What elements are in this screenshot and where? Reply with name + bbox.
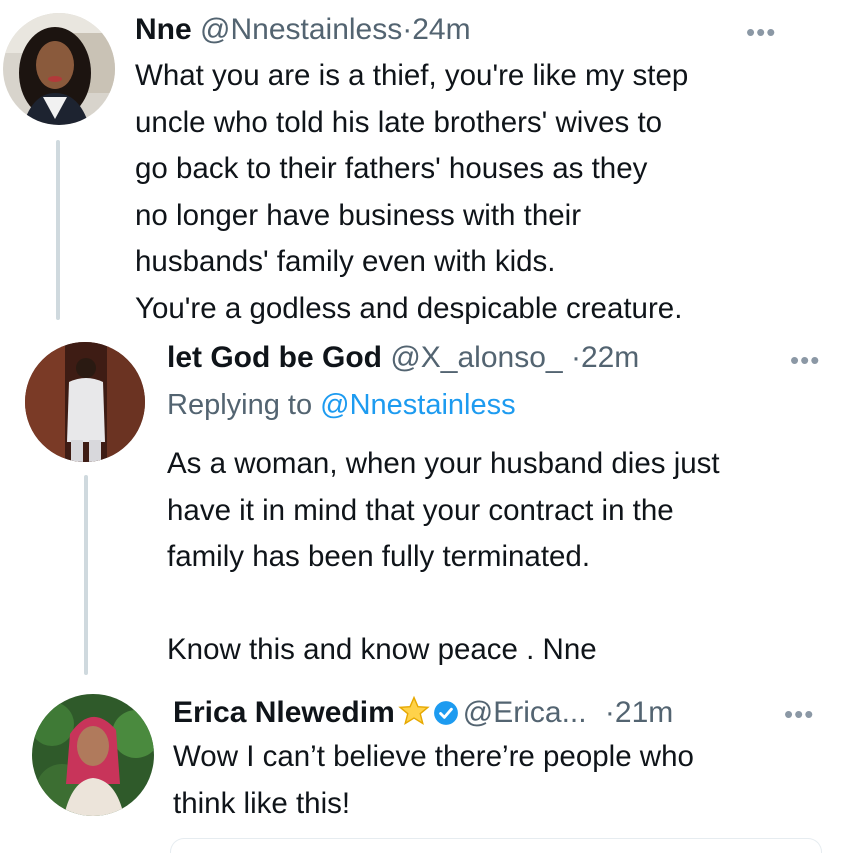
- avatar-erica[interactable]: [32, 694, 154, 816]
- separator-dot: ·: [402, 13, 413, 46]
- tweet-text-line: husbands' family even with kids.: [135, 245, 556, 278]
- tweet-header: let God be God @X_alonso_ ·22m: [167, 340, 639, 376]
- tweet-erica[interactable]: Erica Nlewedim @Erica... ·21m ••• Wow I c…: [0, 682, 842, 848]
- author-name[interactable]: Nne: [135, 13, 192, 46]
- avatar-nne[interactable]: [3, 13, 115, 125]
- tweet-text: Wow I can’t believe there’re people who …: [173, 734, 694, 827]
- avatar-x-alonso-image: [25, 342, 145, 462]
- tweet-text: As a woman, when your husband dies just …: [167, 441, 720, 674]
- more-options-icon[interactable]: •••: [790, 347, 820, 373]
- author-handle[interactable]: @X_alonso_: [390, 341, 562, 374]
- separator-dot: ·: [604, 696, 615, 729]
- star-icon: [398, 695, 430, 725]
- separator-dot: ·: [570, 341, 581, 374]
- timestamp[interactable]: 22m: [581, 341, 639, 374]
- tweet-text-line: [167, 581, 720, 628]
- verified-badge-icon: [433, 701, 458, 725]
- more-options-icon[interactable]: •••: [784, 701, 814, 727]
- tweet-text-line: Wow I can’t believe there’re people who: [173, 740, 694, 773]
- replying-prefix: Replying to: [167, 389, 321, 421]
- tweet-text-line: no longer have business with their: [135, 198, 582, 232]
- tweet-let-god-be-god[interactable]: let God be God @X_alonso_ ·22m ••• Reply…: [0, 330, 842, 680]
- author-handle[interactable]: @Nnestainless: [200, 13, 402, 46]
- avatar-x-alonso[interactable]: [25, 342, 145, 462]
- replying-to: Replying to @Nnestainless: [167, 387, 516, 423]
- avatar-nne-image: [3, 13, 115, 125]
- replying-mention-link[interactable]: @Nnestainless: [320, 389, 515, 421]
- tweet-nne[interactable]: Nne @Nnestainless·24m ••• What you are i…: [0, 0, 842, 330]
- tweet-text-line: go back to their fathers' houses as they: [135, 152, 648, 185]
- tweet-text-line: Know this and know peace . Nne: [167, 633, 597, 666]
- author-handle[interactable]: @Erica...: [463, 696, 587, 729]
- avatar-erica-image: [32, 694, 154, 816]
- tweet-text-line: think like this!: [173, 786, 351, 820]
- timestamp[interactable]: 24m: [412, 13, 470, 46]
- thread-line: [56, 140, 60, 320]
- tweet-text-line: As a woman, when your husband dies just: [167, 447, 720, 480]
- tweet-header: Nne @Nnestainless·24m: [135, 12, 471, 48]
- tweet-text-line: You're a godless and despicable creature…: [135, 291, 683, 325]
- thread-line: [84, 475, 88, 675]
- tweet-text-line: What you are is a thief, you're like my …: [135, 59, 689, 92]
- more-options-icon[interactable]: •••: [746, 19, 776, 45]
- author-name[interactable]: Erica Nlewedim: [173, 696, 395, 729]
- tweet-header: Erica Nlewedim @Erica... ·21m: [173, 694, 673, 731]
- tweet-text-line: uncle who told his late brothers' wives …: [135, 105, 663, 139]
- embedded-card-edge: [170, 838, 822, 853]
- timestamp[interactable]: 21m: [615, 696, 673, 729]
- tweet-text-line: family has been fully terminated.: [167, 540, 591, 573]
- tweet-text-line: have it in mind that your contract in th…: [167, 493, 674, 527]
- author-name[interactable]: let God be God: [167, 341, 382, 374]
- tweet-text: What you are is a thief, you're like my …: [135, 53, 688, 332]
